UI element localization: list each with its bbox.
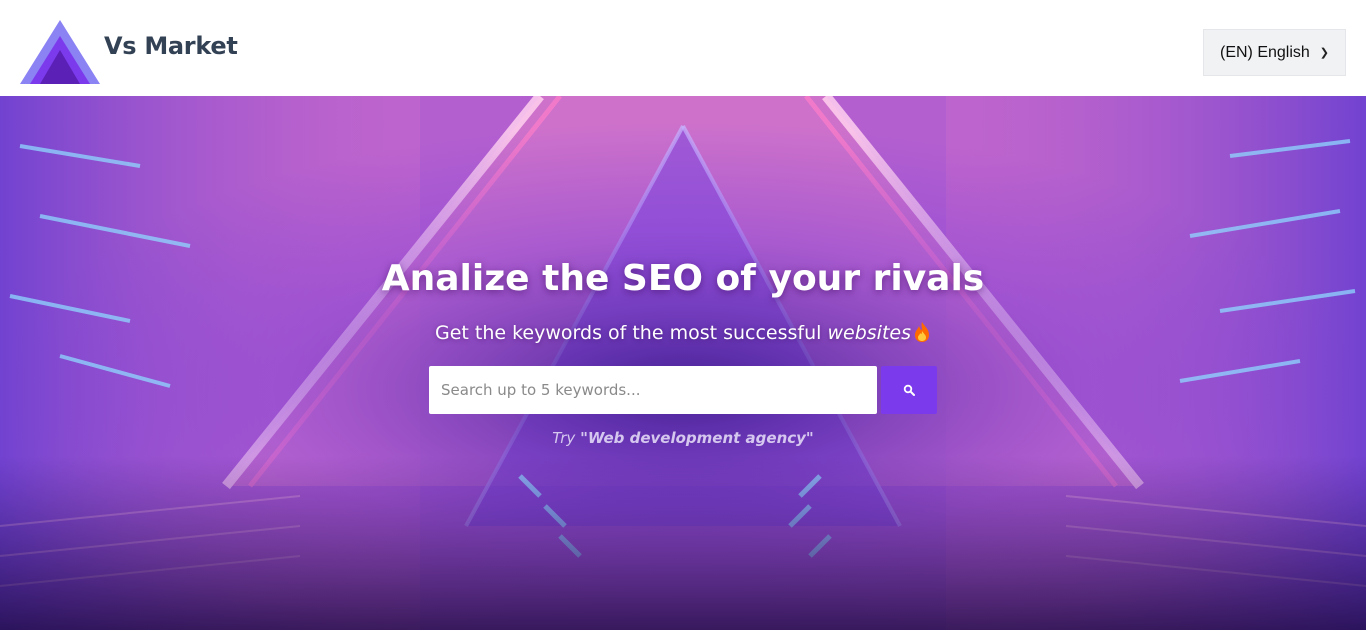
- hero-subtitle-text: Get the keywords of the most successful: [434, 322, 828, 344]
- triangle-logo-icon[interactable]: [20, 20, 100, 84]
- hero-background-image: [0, 96, 1366, 630]
- search-icon: [903, 384, 915, 396]
- fire-emoji-icon: [915, 322, 929, 342]
- language-select-value: (EN) English: [1220, 43, 1310, 61]
- language-select[interactable]: (EN) English ❯: [1203, 29, 1346, 76]
- search-button[interactable]: [881, 366, 937, 414]
- top-header: Vs Market (EN) English ❯: [0, 0, 1366, 96]
- try-label: Try: [552, 429, 576, 447]
- hero-subtitle-emphasis: websites: [827, 322, 911, 344]
- try-suggestion-link[interactable]: "Web development agency": [580, 429, 814, 447]
- try-suggestion-line: Try "Web development agency": [0, 429, 1366, 447]
- keyword-search-input[interactable]: [429, 366, 877, 414]
- brand-name[interactable]: Vs Market: [104, 32, 238, 60]
- hero-title: Analize the SEO of your rivals: [381, 258, 985, 299]
- hero-section: Analize the SEO of your rivals Get the k…: [0, 96, 1366, 630]
- hero-subtitle: Get the keywords of the most successful …: [0, 321, 1366, 344]
- chevron-down-icon: ❯: [1319, 47, 1329, 59]
